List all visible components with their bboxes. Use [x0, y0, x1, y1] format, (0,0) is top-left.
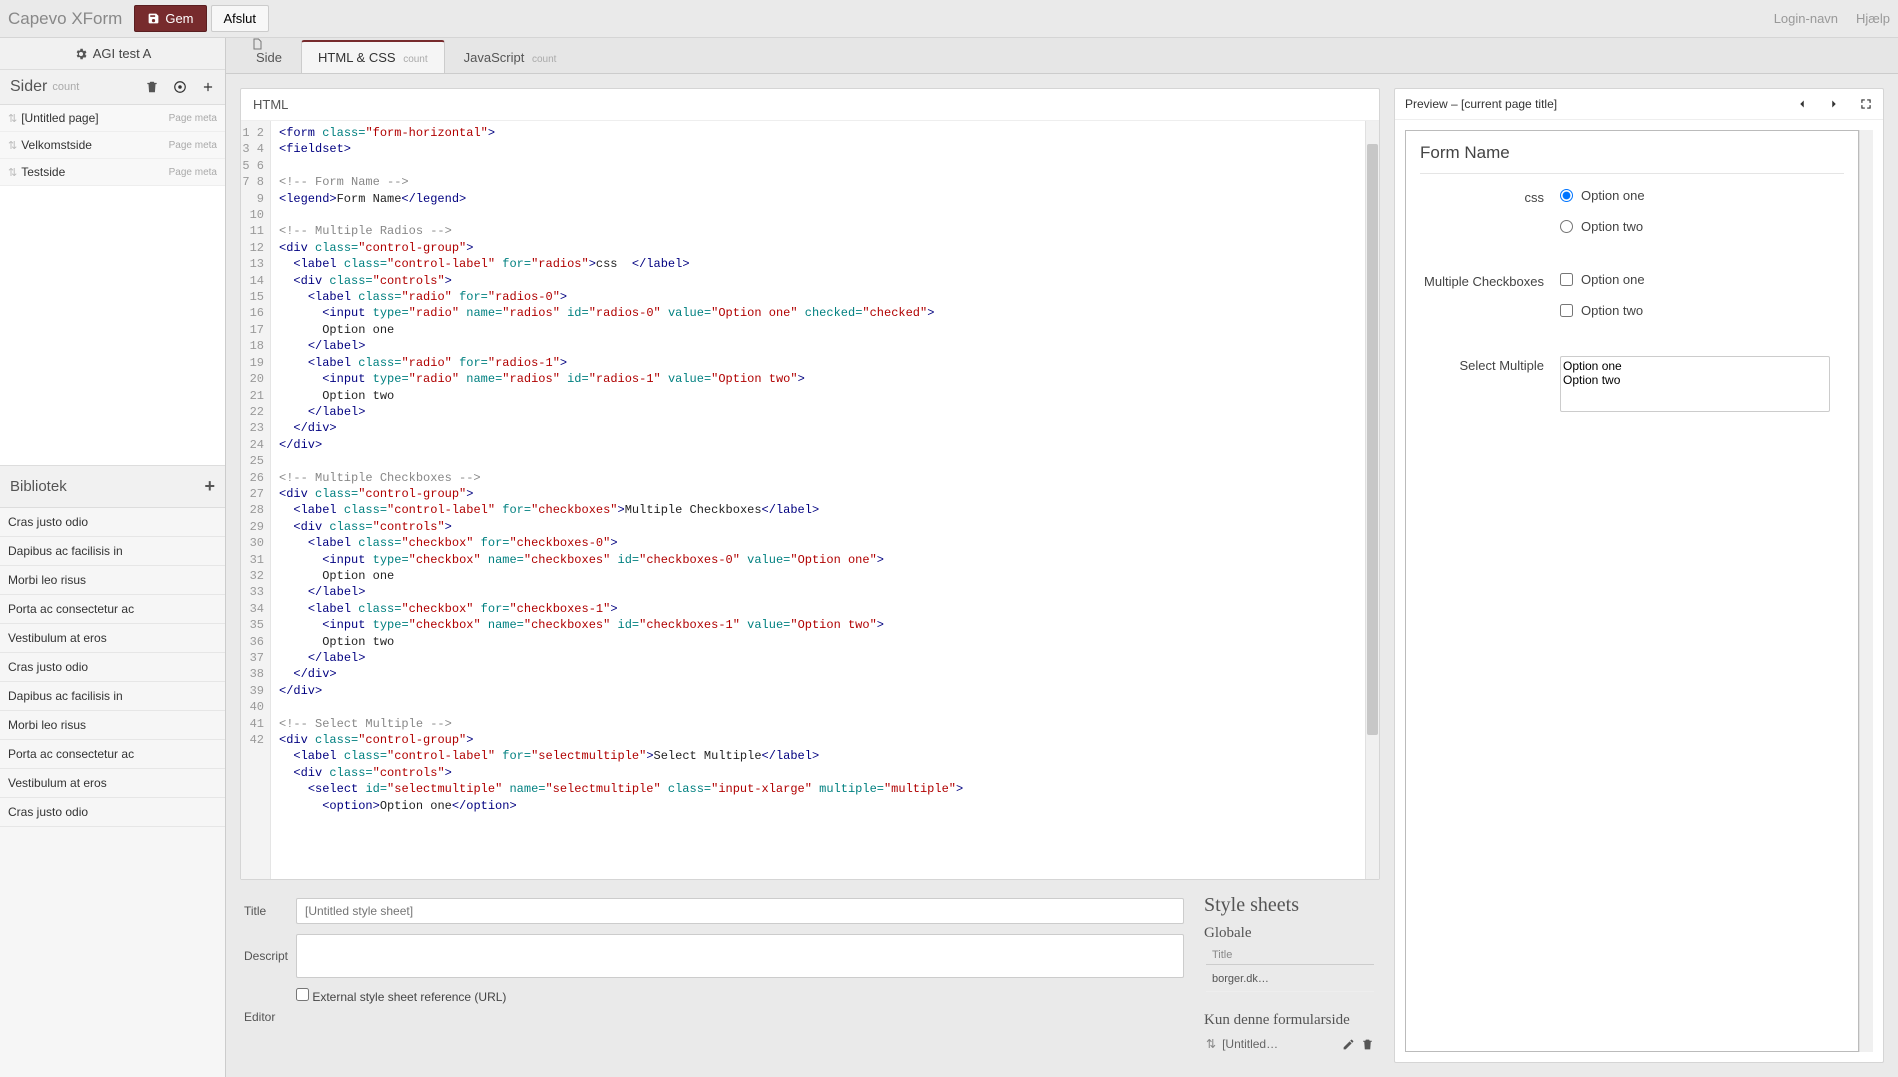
edit-icon[interactable] — [1342, 1038, 1355, 1051]
local-sheet-item[interactable]: ⇅ [Untitled… — [1204, 1031, 1376, 1057]
project-row[interactable]: AGI test A — [0, 38, 225, 70]
main: Side HTML & CSS count JavaScript count H… — [226, 38, 1898, 1077]
delete-page-icon[interactable] — [145, 80, 159, 94]
radio-option-two[interactable] — [1560, 220, 1573, 233]
library-header: Bibliotek + — [0, 465, 225, 508]
drag-icon[interactable]: ⇅ — [8, 112, 17, 125]
editor-scrollbar[interactable] — [1365, 121, 1379, 879]
preview-title: Preview – [current page title] — [1405, 97, 1557, 111]
tab-side[interactable]: Side — [234, 29, 299, 73]
library-item[interactable]: Dapibus ac facilisis in — [0, 537, 225, 566]
sheets-heading: Style sheets — [1204, 894, 1376, 917]
fullscreen-icon[interactable] — [1859, 97, 1873, 111]
target-icon[interactable] — [173, 80, 187, 94]
pages-count: count — [52, 81, 79, 93]
preview-panel: Preview – [current page title] Form Name… — [1394, 88, 1884, 1063]
page-meta-link[interactable]: Page meta — [169, 167, 217, 178]
library-item[interactable]: Porta ac consectetur ac — [0, 740, 225, 769]
library-item[interactable]: Vestibulum at eros — [0, 624, 225, 653]
page-item[interactable]: ⇅TestsidePage meta — [0, 159, 225, 186]
library-title: Bibliotek — [10, 478, 67, 495]
select-group-label: Select Multiple — [1420, 356, 1560, 412]
app-brand: Capevo XForm — [8, 9, 122, 29]
css-editor-label: Editor — [244, 1010, 1184, 1024]
page-meta-link[interactable]: Page meta — [169, 113, 217, 124]
code-area[interactable]: <form class="form-horizontal"> <fieldset… — [271, 121, 1365, 879]
select-multiple[interactable]: Option one Option two — [1560, 356, 1830, 412]
page-list: ⇅[Untitled page]Page meta ⇅VelkomstsideP… — [0, 105, 225, 465]
radio-option-one[interactable] — [1560, 189, 1573, 202]
save-button[interactable]: Gem — [134, 5, 206, 32]
title-label: Title — [244, 904, 296, 918]
global-heading: Globale — [1204, 925, 1376, 942]
radio-group-label: css — [1420, 188, 1560, 250]
checkbox-group-label: Multiple Checkboxes — [1420, 272, 1560, 334]
global-sheet-item[interactable]: borger.dk… — [1206, 967, 1374, 992]
stylesheet-descript-input[interactable] — [296, 934, 1184, 978]
editor-title: HTML — [253, 97, 288, 112]
stylesheet-form: Title Descript External style sheet refe… — [240, 888, 1188, 1063]
exit-button[interactable]: Afslut — [211, 5, 270, 32]
library-item[interactable]: Cras justo odio — [0, 653, 225, 682]
next-page-icon[interactable] — [1827, 97, 1841, 111]
preview-scrollbar[interactable] — [1859, 130, 1873, 1052]
library-item[interactable]: Morbi leo risus — [0, 711, 225, 740]
line-gutter: 1 2 3 4 5 6 7 8 9 10 11 12 13 14 15 16 1… — [241, 121, 271, 879]
stylesheet-title-input[interactable] — [296, 898, 1184, 924]
tabs: Side HTML & CSS count JavaScript count — [226, 38, 1898, 74]
pages-title: Sider — [10, 78, 47, 96]
tab-htmlcss[interactable]: HTML & CSS count — [301, 40, 445, 73]
checkbox-option-one[interactable] — [1560, 273, 1573, 286]
pages-header: Sider count — [0, 70, 225, 105]
delete-icon[interactable] — [1361, 1038, 1374, 1051]
page-icon — [251, 38, 282, 50]
library-item[interactable]: Dapibus ac facilisis in — [0, 682, 225, 711]
tab-javascript[interactable]: JavaScript count — [447, 41, 574, 73]
drag-icon[interactable]: ⇅ — [8, 166, 17, 179]
gear-icon — [74, 47, 88, 61]
code-editor[interactable]: 1 2 3 4 5 6 7 8 9 10 11 12 13 14 15 16 1… — [241, 121, 1379, 879]
external-checkbox-row[interactable]: External style sheet reference (URL) — [296, 990, 506, 1004]
prev-page-icon[interactable] — [1795, 97, 1809, 111]
add-library-icon[interactable]: + — [204, 476, 215, 497]
form-preview: Form Name css Option one Option two Mult… — [1405, 130, 1859, 1052]
sort-icon[interactable]: ⇅ — [1206, 1037, 1216, 1051]
html-editor-panel: HTML 1 2 3 4 5 6 7 8 9 10 11 12 13 14 15… — [240, 88, 1380, 880]
local-heading: Kun denne formularside — [1204, 1012, 1376, 1029]
sidebar: AGI test A Sider count ⇅[Untitled page]P… — [0, 38, 226, 1077]
stylesheets-panel: Style sheets Globale Title borger.dk… Ku… — [1200, 888, 1380, 1063]
external-checkbox[interactable] — [296, 988, 309, 1001]
page-meta-link[interactable]: Page meta — [169, 140, 217, 151]
descript-label: Descript — [244, 949, 296, 963]
page-item[interactable]: ⇅[Untitled page]Page meta — [0, 105, 225, 132]
help-link[interactable]: Hjælp — [1856, 11, 1890, 26]
save-label: Gem — [165, 11, 193, 26]
login-link[interactable]: Login-navn — [1774, 11, 1838, 26]
save-icon — [147, 12, 160, 25]
library-item[interactable]: Morbi leo risus — [0, 566, 225, 595]
library-item[interactable]: Cras justo odio — [0, 508, 225, 537]
library-item[interactable]: Vestibulum at eros — [0, 769, 225, 798]
library-item[interactable]: Cras justo odio — [0, 798, 225, 827]
library-list: Cras justo odio Dapibus ac facilisis in … — [0, 508, 225, 1077]
checkbox-option-two[interactable] — [1560, 304, 1573, 317]
library-item[interactable]: Porta ac consectetur ac — [0, 595, 225, 624]
form-legend: Form Name — [1420, 139, 1844, 174]
drag-icon[interactable]: ⇅ — [8, 139, 17, 152]
add-page-icon[interactable] — [201, 80, 215, 94]
col-title: Title — [1206, 946, 1374, 965]
page-item[interactable]: ⇅VelkomstsidePage meta — [0, 132, 225, 159]
project-name: AGI test A — [93, 46, 152, 61]
